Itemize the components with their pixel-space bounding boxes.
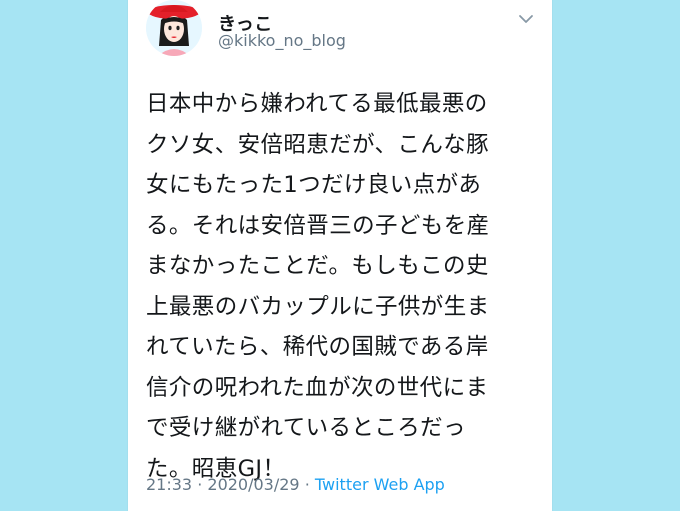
tweet-line: で受け継がれているところだっ: [146, 415, 466, 441]
tweet-time[interactable]: 21:33: [146, 475, 192, 494]
tweet-line: 日本中から嫌われてる最低最悪の: [146, 91, 488, 117]
tweet-source-link[interactable]: Twitter Web App: [315, 475, 445, 494]
user-handle[interactable]: @kikko_no_blog: [218, 31, 346, 50]
chevron-down-icon[interactable]: [518, 10, 534, 23]
tweet-line: れていたら、稀代の国賊である岸: [146, 334, 489, 360]
screenshot-background: きっこ @kikko_no_blog 日本中から嫌われてる最低最悪の クソ女、安…: [0, 0, 680, 511]
meta-separator: ·: [304, 475, 310, 494]
tweet-card: きっこ @kikko_no_blog 日本中から嫌われてる最低最悪の クソ女、安…: [128, 0, 552, 511]
tweet-line: 上最悪のバカップルに子供が生ま: [146, 293, 490, 320]
tweet-date[interactable]: 2020/03/29: [207, 475, 299, 494]
tweet-meta: 21:33 · 2020/03/29 · Twitter Web App: [146, 475, 445, 494]
avatar-illustration: [146, 0, 202, 56]
tweet-line: る。それは安倍晋三の子どもを産: [146, 212, 490, 239]
tweet-line: クソ女、安倍昭恵だが、こんな豚: [146, 131, 490, 158]
tweet-line: まなかったことだ。もしもこの史: [146, 253, 489, 279]
tweet-line: 信介の呪われた血が次の世代にま: [146, 374, 489, 401]
meta-separator: ·: [197, 475, 203, 494]
tweet-line: 女にもたった1つだけ良い点があ: [146, 172, 482, 198]
avatar[interactable]: [146, 0, 202, 56]
tweet-text: 日本中から嫌われてる最低最悪の クソ女、安倍昭恵だが、こんな豚 女にもたった1つ…: [146, 84, 538, 489]
